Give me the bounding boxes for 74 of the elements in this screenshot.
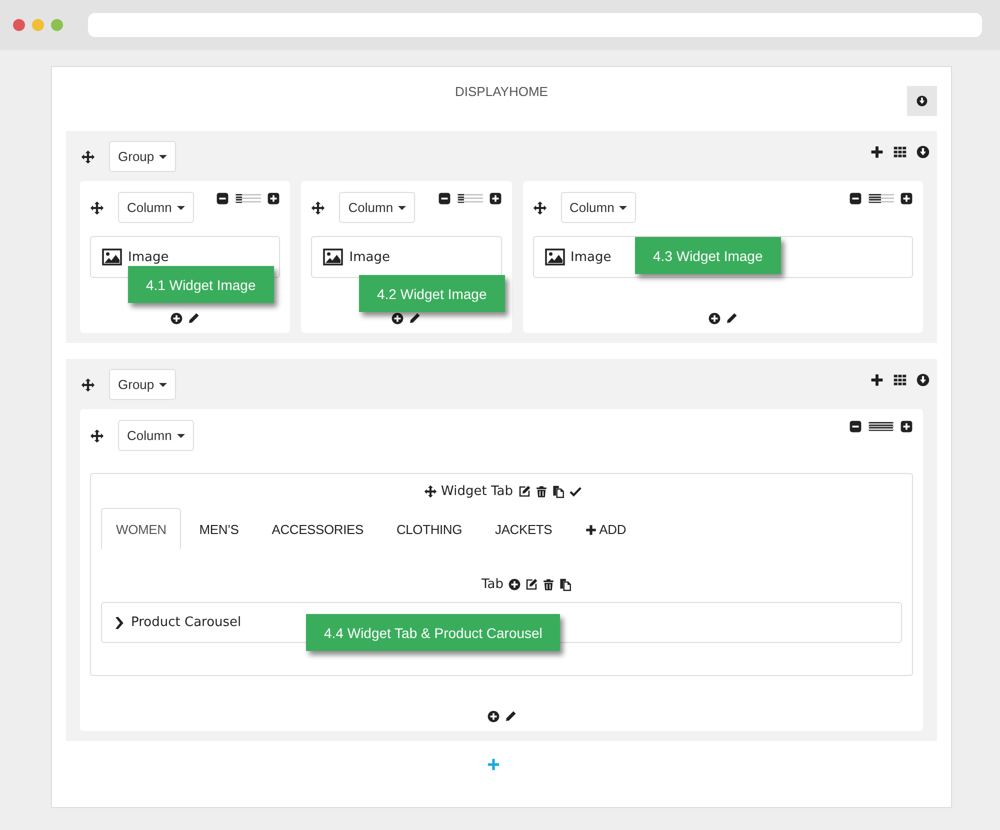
caret-icon <box>398 206 406 210</box>
move-icon[interactable] <box>81 150 95 164</box>
collapse-icon <box>916 95 928 107</box>
pencil-icon[interactable] <box>504 710 516 723</box>
add-icon[interactable] <box>870 145 884 159</box>
minus-icon[interactable] <box>216 192 230 205</box>
minimize-dot-icon[interactable] <box>32 19 44 31</box>
grid-icon[interactable] <box>893 145 907 159</box>
move-icon[interactable] <box>532 200 546 214</box>
plus-icon[interactable] <box>267 192 280 205</box>
pencil-icon[interactable] <box>408 312 422 325</box>
add-icon[interactable] <box>708 312 721 325</box>
dropdown-button[interactable]: Column <box>560 192 636 223</box>
image-icon <box>322 247 344 267</box>
add-icon[interactable] <box>486 710 500 723</box>
maximize-dot-icon[interactable] <box>51 19 63 31</box>
width-meter[interactable] <box>235 193 262 204</box>
callout-tooltip: 4.4 Widget Tab & Product Carousel <box>306 614 560 651</box>
trash-icon[interactable] <box>534 485 548 498</box>
widget-title: Widget Tab <box>441 484 513 499</box>
dropdown-button[interactable]: Group <box>109 141 176 172</box>
move-icon[interactable] <box>81 378 95 392</box>
download-icon[interactable] <box>916 373 930 387</box>
check-icon[interactable] <box>568 485 582 498</box>
pencil-icon[interactable] <box>187 312 200 325</box>
caret-icon <box>176 434 185 438</box>
close-dot-icon[interactable] <box>13 19 25 31</box>
plus-icon[interactable] <box>900 192 913 205</box>
tab-label: Tab <box>481 577 504 592</box>
pencil-icon[interactable] <box>724 312 738 325</box>
add-icon[interactable] <box>391 312 404 325</box>
dropdown-button[interactable]: Column <box>118 420 194 451</box>
move-icon[interactable] <box>424 485 438 498</box>
add-icon[interactable] <box>870 373 884 387</box>
minus-icon[interactable] <box>849 420 862 433</box>
tab[interactable]: ACCESSORIES <box>256 508 378 549</box>
tab[interactable]: JACKETS <box>480 508 568 549</box>
add-icon[interactable] <box>170 312 184 325</box>
callout-tooltip: 4.3 Widget Image <box>635 237 781 274</box>
plus-icon[interactable] <box>900 420 913 433</box>
minus-icon[interactable] <box>438 192 450 205</box>
width-meter[interactable] <box>456 193 482 204</box>
trash-icon[interactable] <box>542 578 554 591</box>
edit-icon[interactable] <box>518 485 531 498</box>
callout-tooltip: 4.2 Widget Image <box>359 275 505 312</box>
page-title: DISPLAYHOME <box>455 84 548 99</box>
move-icon[interactable] <box>311 200 326 214</box>
move-icon[interactable] <box>90 428 104 442</box>
move-icon[interactable] <box>90 200 104 214</box>
caret-icon <box>159 154 168 158</box>
tab[interactable]: WOMEN <box>101 508 182 549</box>
tab[interactable]: MEN’S <box>184 508 254 549</box>
add-icon[interactable] <box>508 578 520 591</box>
dropdown-button[interactable]: Column <box>339 192 416 223</box>
callout-tooltip: 4.1 Widget Image <box>128 266 274 303</box>
copy-icon[interactable] <box>558 578 572 591</box>
image-icon <box>101 247 123 267</box>
dropdown-button[interactable]: Group <box>109 369 176 400</box>
caret-icon <box>619 206 628 210</box>
plus-icon[interactable] <box>488 192 502 205</box>
grid-icon[interactable] <box>893 373 907 387</box>
copy-icon[interactable] <box>552 485 565 498</box>
download-icon[interactable] <box>916 145 930 159</box>
collapse-button[interactable] <box>907 86 937 116</box>
dropdown-button[interactable]: Column <box>118 192 194 223</box>
width-meter[interactable] <box>868 193 894 204</box>
add-tab-button[interactable]: ADD <box>570 508 642 549</box>
image-icon <box>544 247 566 267</box>
edit-icon[interactable] <box>524 578 538 591</box>
plus-icon <box>585 524 598 536</box>
caret-icon <box>176 206 185 210</box>
tab[interactable]: CLOTHING <box>381 508 478 549</box>
caret-icon <box>159 382 168 386</box>
minus-icon[interactable] <box>849 192 862 205</box>
